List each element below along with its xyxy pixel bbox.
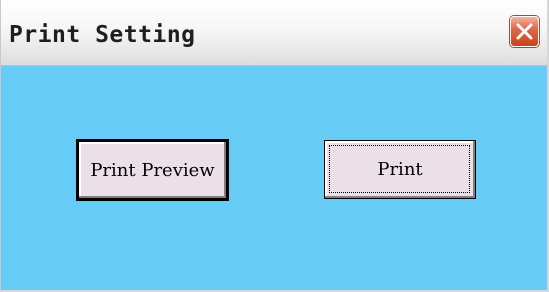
print-preview-button[interactable]: Print Preview xyxy=(76,139,229,201)
window-title: Print Setting xyxy=(9,22,196,48)
print-label: Print xyxy=(377,159,423,180)
title-bar[interactable]: Print Setting xyxy=(1,0,547,66)
close-button[interactable] xyxy=(510,16,539,47)
print-button[interactable]: Print xyxy=(324,140,476,199)
print-preview-label: Print Preview xyxy=(90,159,215,181)
print-setting-dialog: Print Setting Print Preview Print xyxy=(0,0,549,292)
close-icon xyxy=(516,23,533,40)
